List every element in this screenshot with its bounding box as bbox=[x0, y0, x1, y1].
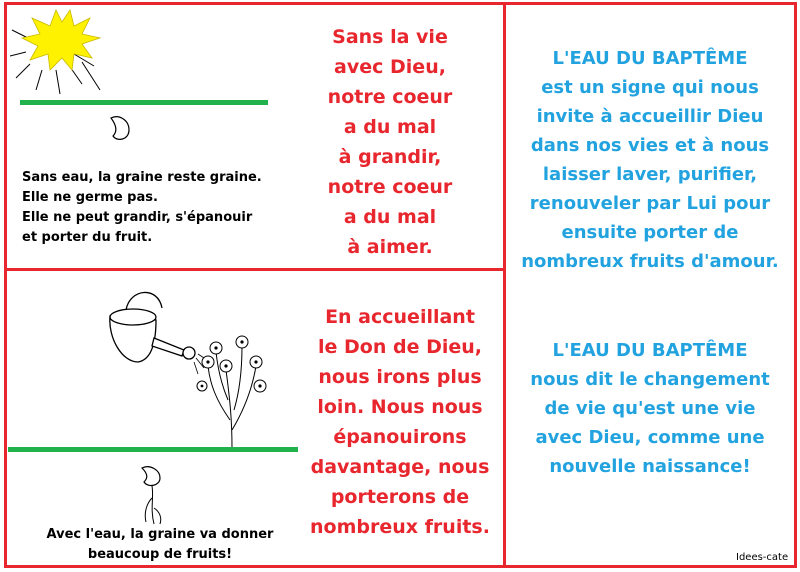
poem-line: porterons de bbox=[330, 486, 470, 508]
sun-icon bbox=[10, 9, 102, 95]
poem-line: a du mal bbox=[343, 116, 437, 138]
poem-line: à aimer. bbox=[347, 236, 433, 258]
text-line: de vie qu'est une vie bbox=[544, 398, 756, 419]
text-line: nouvelle naissance! bbox=[549, 456, 751, 477]
caption-line: et porter du fruit. bbox=[22, 230, 153, 245]
poem-line: le Don de Dieu, bbox=[318, 336, 482, 358]
ground-line bbox=[20, 100, 268, 105]
text-line: laisser laver, purifier, bbox=[542, 164, 758, 185]
baptism-sign-text: L'EAU DU BAPTÊME est un signe qui nous i… bbox=[506, 44, 794, 276]
top-left-caption: Sans eau, la graine reste graine. Elle n… bbox=[22, 168, 262, 248]
text-line: dans nos vies et à nous bbox=[530, 135, 770, 156]
poem-line: loin. Nous nous bbox=[317, 396, 483, 418]
poem-line: nous irons plus bbox=[318, 366, 482, 388]
text-line: invite à accueillir Dieu bbox=[536, 106, 764, 127]
text-line: ensuite porter de bbox=[561, 222, 739, 243]
bottom-left-poem: En accueillant le Don de Dieu, nous iron… bbox=[310, 302, 490, 542]
poem-line: En accueillant bbox=[325, 306, 475, 328]
caption-line: Elle ne peut grandir, s'épanouir bbox=[22, 210, 253, 225]
poem-line: avec Dieu, bbox=[334, 56, 446, 78]
ground-line bbox=[8, 447, 298, 452]
caption-line: Sans eau, la graine reste graine. bbox=[22, 170, 262, 185]
text-line: renouveler par Lui pour bbox=[529, 193, 771, 214]
poem-line: davantage, nous bbox=[310, 456, 490, 478]
poem-line: à grandir, bbox=[338, 146, 442, 168]
caption-line: Elle ne germe pas. bbox=[22, 190, 158, 205]
text-line: L'EAU DU BAPTÊME bbox=[552, 340, 748, 361]
baptism-change-text: L'EAU DU BAPTÊME nous dit le changement … bbox=[506, 336, 794, 481]
text-line: est un signe qui nous bbox=[541, 77, 759, 98]
caption-line: beaucoup de fruits! bbox=[87, 547, 233, 562]
poem-line: Sans la vie bbox=[332, 26, 448, 48]
poem-line: nombreux fruits. bbox=[310, 516, 490, 538]
poem-line: a du mal bbox=[343, 206, 437, 228]
text-line: nous dit le changement bbox=[530, 369, 770, 390]
poem-line: épanouirons bbox=[333, 426, 467, 448]
top-left-poem: Sans la vie avec Dieu, notre coeur a du … bbox=[305, 22, 475, 262]
poem-line: notre coeur bbox=[327, 86, 453, 108]
caption-line: Avec l'eau, la graine va donner bbox=[46, 527, 274, 542]
text-line: avec Dieu, comme une bbox=[535, 427, 765, 448]
credit-label: Idees-cate bbox=[736, 552, 789, 563]
flower-plant-icon bbox=[196, 335, 267, 448]
poem-line: notre coeur bbox=[327, 176, 453, 198]
seed-icon bbox=[110, 116, 130, 140]
text-line: L'EAU DU BAPTÊME bbox=[552, 48, 748, 69]
bottom-left-caption: Avec l'eau, la graine va donner beaucoup… bbox=[45, 525, 275, 565]
page: Sans eau, la graine reste graine. Elle n… bbox=[0, 0, 800, 572]
text-line: nombreux fruits d'amour. bbox=[521, 251, 779, 272]
sprouting-seed-icon bbox=[140, 466, 162, 525]
